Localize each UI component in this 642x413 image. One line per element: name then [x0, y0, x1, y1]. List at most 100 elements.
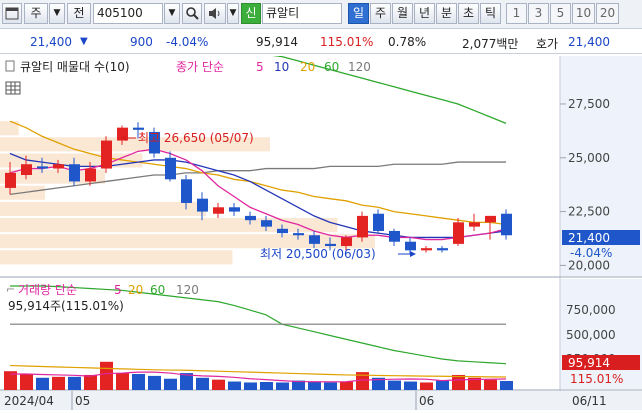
volume-value-label: 95,914주(115.01%) [8, 299, 124, 313]
market-type-select[interactable]: 주 [24, 3, 48, 24]
chart-toolbar: 주 ▼ 전 405100 ▼ ▼ 신 큐알티 일 주 월 년 분 초 틱 1 3 5 10 20 [0, 0, 642, 29]
current-change-text: -4.04% [570, 246, 612, 260]
volume-panel-title: 거래량 단순 [18, 283, 77, 297]
candle-body [389, 230, 400, 242]
candle-body [37, 166, 48, 169]
period-tab[interactable]: 분 [436, 3, 457, 24]
ma10-legend: 10 [274, 60, 289, 74]
price-tick: 20,000 [568, 258, 610, 272]
interval-tab[interactable]: 3 [528, 3, 549, 24]
vol-ma120-legend: 120 [176, 283, 199, 297]
interval-tab[interactable]: 20 [596, 3, 619, 24]
current-date-label: 06/11 [572, 394, 607, 408]
badge-label: 신 [245, 6, 257, 20]
period-tab[interactable]: 월 [392, 3, 413, 24]
volume-ma60-line [10, 285, 507, 365]
volume-bar [436, 380, 449, 390]
volume-bar [148, 375, 161, 390]
trade-amount: 2,077백만 [462, 37, 519, 51]
volume-bar [36, 377, 49, 390]
chart-window-icon[interactable] [2, 3, 22, 24]
date-label: 2024/04 [4, 394, 54, 408]
period-tab[interactable]: 초 [458, 3, 479, 24]
down-arrow-icon: ▼ [80, 36, 88, 47]
ma20-legend: 20 [300, 60, 315, 74]
date-axis-bg [0, 391, 642, 410]
vol-ma5-legend: 5 [114, 283, 122, 297]
volume-bar [276, 382, 289, 390]
candle-body [245, 215, 256, 221]
volume-bar [196, 377, 209, 390]
volume-profile-bar [0, 201, 207, 216]
grid-table-icon[interactable] [5, 81, 21, 95]
interval-tab[interactable]: 1 [506, 3, 527, 24]
change-percent: -4.04% [166, 35, 209, 49]
candle-body [181, 179, 192, 203]
candle-body [405, 241, 416, 251]
volume-bar [404, 381, 417, 390]
price-tick: 22,500 [568, 205, 610, 219]
market-type-label: 주 [30, 6, 42, 20]
period-tab[interactable]: 일 [348, 3, 369, 24]
chart-area[interactable]: 큐알티 매물대 수(10) 종가 단순 5 10 20 60 120 최고 26… [0, 0, 642, 410]
period-tab[interactable]: 틱 [480, 3, 501, 24]
volume-legend: ⌐ 거래량 단순 5 20 60 120 95,914주(115.01%) [6, 283, 199, 313]
low-annotation-text: 최저 20,500 (06/03) [260, 247, 376, 261]
candle-body [21, 164, 32, 175]
candle-body [485, 215, 496, 223]
volume-tick: 750,000 [566, 303, 616, 317]
market-type-dropdown-icon[interactable]: ▼ [49, 3, 65, 24]
panel-collapse-icon[interactable] [5, 60, 15, 72]
current-price-tag-text: 21,400 [568, 231, 610, 245]
volume-panel-marker: ⌐ [6, 283, 15, 296]
ma60-legend: 60 [324, 60, 339, 74]
price-change: 900 [130, 35, 153, 49]
candle-body [53, 164, 64, 169]
stock-code-input[interactable]: 405100 [93, 3, 163, 24]
turnover-rate: 0.78% [388, 35, 427, 49]
period-type-select[interactable]: 전 [67, 3, 91, 24]
volume-bar [116, 373, 129, 390]
candle-body [229, 207, 240, 212]
volume-profile-bar [0, 250, 233, 265]
price-tick: 27,500 [568, 97, 610, 111]
stock-name-value: 큐알티 [266, 6, 300, 20]
candle-body [133, 127, 144, 130]
volume-bar [100, 361, 113, 390]
price-volume-chart[interactable]: 큐알티 매물대 수(10) 종가 단순 5 10 20 60 120 최고 26… [0, 0, 642, 410]
new-listing-badge: 신 [241, 3, 261, 24]
volume-tick: 500,000 [566, 328, 616, 342]
volume-value: 95,914 [256, 35, 298, 49]
volume-bar [52, 376, 65, 390]
magnifier-icon[interactable] [182, 3, 202, 24]
ma5-legend: 5 [256, 60, 264, 74]
candle-body [5, 172, 16, 188]
interval-tab[interactable]: 5 [550, 3, 571, 24]
high-annotation: 최고 26,650 (05/07) [120, 131, 254, 145]
candle-body [101, 140, 112, 169]
volume-bar [212, 379, 225, 390]
candle-body [325, 243, 336, 247]
candle-body [293, 233, 304, 236]
period-type-label: 전 [73, 6, 85, 20]
stock-code-dropdown-icon[interactable]: ▼ [164, 3, 180, 24]
volume-bar [68, 376, 81, 390]
volume-bar [388, 380, 401, 390]
interval-tab[interactable]: 10 [572, 3, 595, 24]
sound-dropdown-icon[interactable]: ▼ [227, 3, 239, 24]
volume-bar [228, 381, 241, 390]
speaker-icon[interactable] [204, 3, 226, 24]
vol-ma60-legend: 60 [150, 283, 165, 297]
volume-bar [260, 382, 273, 390]
volume-bar [340, 381, 353, 390]
volume-bar [308, 381, 321, 390]
ma-prefix-label: 종가 단순 [176, 60, 224, 74]
volume-bar [484, 379, 497, 390]
period-tab[interactable]: 년 [414, 3, 435, 24]
candle-body [373, 213, 384, 231]
candle-body [437, 248, 448, 251]
period-tab[interactable]: 주 [370, 3, 391, 24]
candle-body [357, 215, 368, 238]
vol-ma20-legend: 20 [128, 283, 143, 297]
stock-name-field[interactable]: 큐알티 [262, 3, 342, 24]
